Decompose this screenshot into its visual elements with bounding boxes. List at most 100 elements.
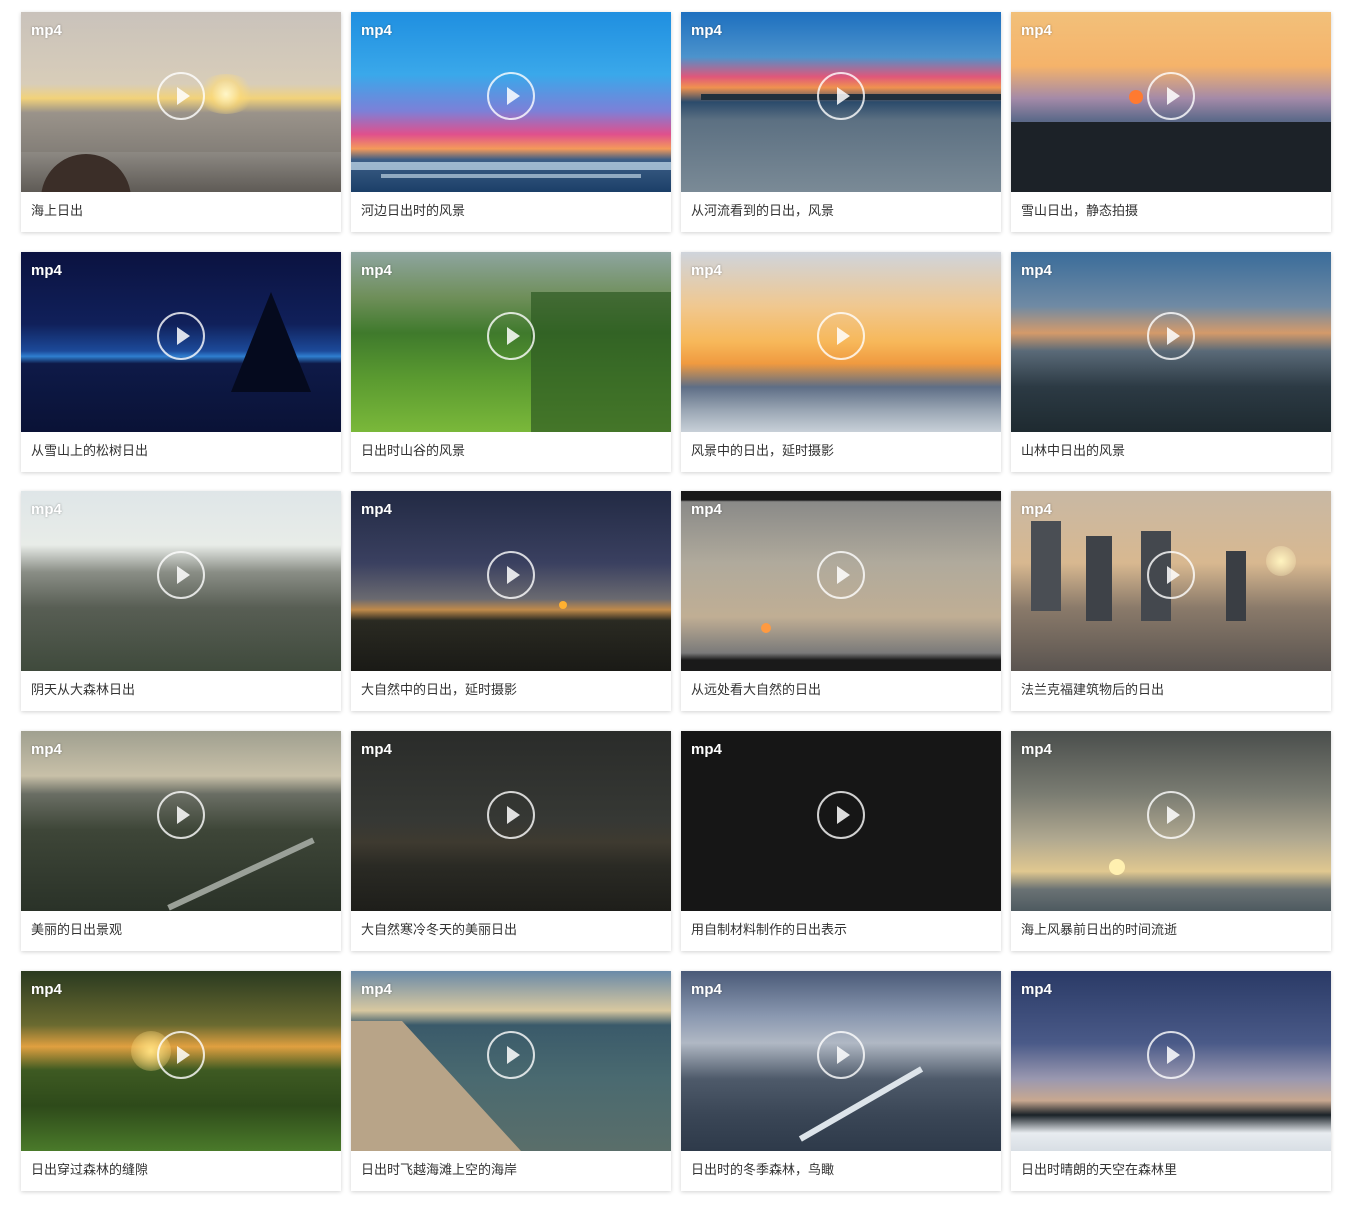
format-badge: mp4 — [31, 22, 62, 39]
play-button[interactable] — [157, 791, 205, 839]
format-badge: mp4 — [691, 262, 722, 279]
format-badge: mp4 — [1021, 741, 1052, 758]
video-title[interactable]: 日出时飞越海滩上空的海岸 — [351, 1151, 671, 1191]
video-thumbnail[interactable]: mp4 — [681, 731, 1001, 911]
video-title[interactable]: 用自制材料制作的日出表示 — [681, 911, 1001, 951]
video-card[interactable]: mp4 大自然中的日出，延时摄影 — [351, 491, 671, 711]
video-thumbnail[interactable]: mp4 — [1011, 731, 1331, 911]
video-card[interactable]: mp4 阴天从大森林日出 — [21, 491, 341, 711]
video-title[interactable]: 从河流看到的日出，风景 — [681, 192, 1001, 232]
play-button[interactable] — [1147, 791, 1195, 839]
video-title[interactable]: 河边日出时的风景 — [351, 192, 671, 232]
play-icon — [1167, 327, 1180, 345]
video-thumbnail[interactable]: mp4 — [21, 12, 341, 192]
video-title[interactable]: 阴天从大森林日出 — [21, 671, 341, 711]
video-thumbnail[interactable]: mp4 — [351, 491, 671, 671]
play-button[interactable] — [487, 551, 535, 599]
video-title[interactable]: 海上风暴前日出的时间流逝 — [1011, 911, 1331, 951]
play-icon — [837, 87, 850, 105]
video-title[interactable]: 日出时晴朗的天空在森林里 — [1011, 1151, 1331, 1191]
video-card[interactable]: mp4 雪山日出，静态拍摄 — [1011, 12, 1331, 232]
play-icon — [1167, 1046, 1180, 1064]
video-thumbnail[interactable]: mp4 — [681, 252, 1001, 432]
play-button[interactable] — [817, 551, 865, 599]
video-card[interactable]: mp4 用自制材料制作的日出表示 — [681, 731, 1001, 951]
video-card[interactable]: mp4 美丽的日出景观 — [21, 731, 341, 951]
format-badge: mp4 — [361, 981, 392, 998]
video-title[interactable]: 法兰克福建筑物后的日出 — [1011, 671, 1331, 711]
play-button[interactable] — [817, 312, 865, 360]
video-thumbnail[interactable]: mp4 — [681, 491, 1001, 671]
video-title[interactable]: 从远处看大自然的日出 — [681, 671, 1001, 711]
video-thumbnail[interactable]: mp4 — [1011, 971, 1331, 1151]
video-thumbnail[interactable]: mp4 — [681, 971, 1001, 1151]
format-badge: mp4 — [691, 22, 722, 39]
video-card[interactable]: mp4 海上日出 — [21, 12, 341, 232]
video-thumbnail[interactable]: mp4 — [21, 971, 341, 1151]
video-title[interactable]: 日出时山谷的风景 — [351, 432, 671, 472]
video-card[interactable]: mp4 河边日出时的风景 — [351, 12, 671, 232]
video-thumbnail[interactable]: mp4 — [21, 252, 341, 432]
play-icon — [837, 327, 850, 345]
video-thumbnail[interactable]: mp4 — [351, 971, 671, 1151]
video-card[interactable]: mp4 日出时飞越海滩上空的海岸 — [351, 971, 671, 1191]
play-button[interactable] — [487, 1031, 535, 1079]
play-button[interactable] — [1147, 551, 1195, 599]
video-card[interactable]: mp4 风景中的日出，延时摄影 — [681, 252, 1001, 472]
play-button[interactable] — [487, 791, 535, 839]
video-title[interactable]: 山林中日出的风景 — [1011, 432, 1331, 472]
play-icon — [507, 327, 520, 345]
video-thumbnail[interactable]: mp4 — [21, 731, 341, 911]
video-title[interactable]: 大自然中的日出，延时摄影 — [351, 671, 671, 711]
format-badge: mp4 — [1021, 262, 1052, 279]
play-button[interactable] — [1147, 1031, 1195, 1079]
video-thumbnail[interactable]: mp4 — [351, 252, 671, 432]
play-icon — [507, 806, 520, 824]
video-title[interactable]: 海上日出 — [21, 192, 341, 232]
video-card[interactable]: mp4 从雪山上的松树日出 — [21, 252, 341, 472]
video-thumbnail[interactable]: mp4 — [1011, 252, 1331, 432]
play-icon — [177, 806, 190, 824]
video-thumbnail[interactable]: mp4 — [1011, 491, 1331, 671]
video-card[interactable]: mp4 大自然寒冷冬天的美丽日出 — [351, 731, 671, 951]
video-thumbnail[interactable]: mp4 — [21, 491, 341, 671]
video-title[interactable]: 日出时的冬季森林，鸟瞰 — [681, 1151, 1001, 1191]
video-card[interactable]: mp4 从远处看大自然的日出 — [681, 491, 1001, 711]
play-button[interactable] — [817, 791, 865, 839]
video-card[interactable]: mp4 从河流看到的日出，风景 — [681, 12, 1001, 232]
video-card[interactable]: mp4 日出时山谷的风景 — [351, 252, 671, 472]
video-thumbnail[interactable]: mp4 — [681, 12, 1001, 192]
play-button[interactable] — [157, 1031, 205, 1079]
video-title[interactable]: 大自然寒冷冬天的美丽日出 — [351, 911, 671, 951]
video-card[interactable]: mp4 法兰克福建筑物后的日出 — [1011, 491, 1331, 711]
format-badge: mp4 — [691, 741, 722, 758]
play-button[interactable] — [487, 312, 535, 360]
play-button[interactable] — [1147, 72, 1195, 120]
video-card[interactable]: mp4 山林中日出的风景 — [1011, 252, 1331, 472]
format-badge: mp4 — [361, 741, 392, 758]
format-badge: mp4 — [361, 262, 392, 279]
video-title[interactable]: 从雪山上的松树日出 — [21, 432, 341, 472]
video-title[interactable]: 日出穿过森林的缝隙 — [21, 1151, 341, 1191]
video-card[interactable]: mp4 日出穿过森林的缝隙 — [21, 971, 341, 1191]
video-thumbnail[interactable]: mp4 — [1011, 12, 1331, 192]
play-button[interactable] — [487, 72, 535, 120]
play-icon — [837, 1046, 850, 1064]
video-title[interactable]: 雪山日出，静态拍摄 — [1011, 192, 1331, 232]
play-button[interactable] — [817, 72, 865, 120]
play-button[interactable] — [1147, 312, 1195, 360]
play-icon — [507, 1046, 520, 1064]
video-title[interactable]: 美丽的日出景观 — [21, 911, 341, 951]
video-thumbnail[interactable]: mp4 — [351, 731, 671, 911]
play-icon — [1167, 566, 1180, 584]
play-button[interactable] — [817, 1031, 865, 1079]
play-button[interactable] — [157, 72, 205, 120]
play-button[interactable] — [157, 312, 205, 360]
video-title[interactable]: 风景中的日出，延时摄影 — [681, 432, 1001, 472]
video-thumbnail[interactable]: mp4 — [351, 12, 671, 192]
video-card[interactable]: mp4 日出时的冬季森林，鸟瞰 — [681, 971, 1001, 1191]
play-button[interactable] — [157, 551, 205, 599]
video-card[interactable]: mp4 日出时晴朗的天空在森林里 — [1011, 971, 1331, 1191]
format-badge: mp4 — [31, 262, 62, 279]
video-card[interactable]: mp4 海上风暴前日出的时间流逝 — [1011, 731, 1331, 951]
